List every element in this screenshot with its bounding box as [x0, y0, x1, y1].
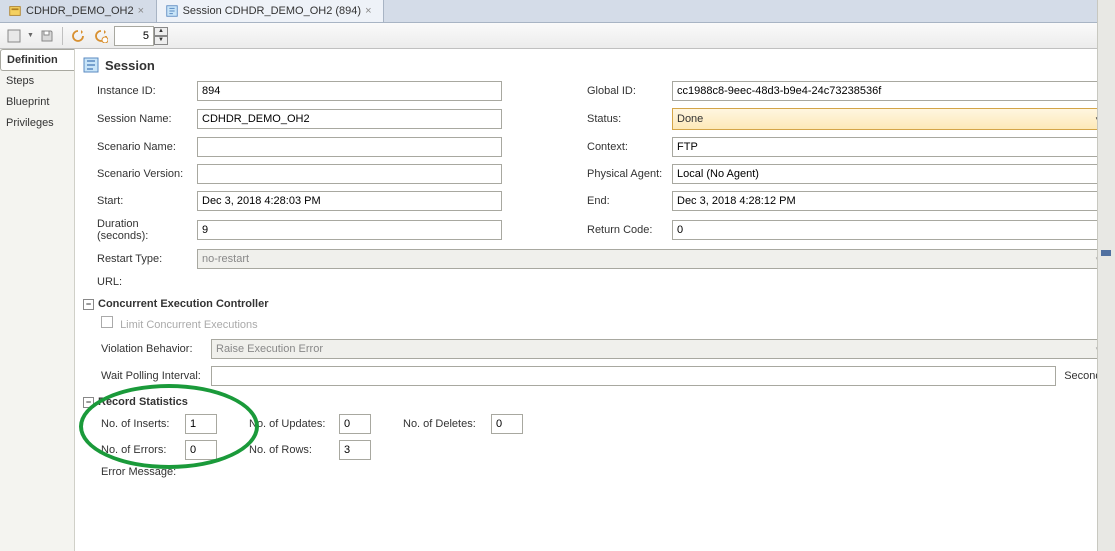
session-name-field[interactable]	[197, 109, 502, 129]
scenario-name-field[interactable]	[197, 137, 502, 157]
errors-field[interactable]	[185, 440, 217, 460]
updates-label: No. of Updates:	[249, 418, 333, 430]
tab-scenario[interactable]: CDHDR_DEMO_OH2 ×	[0, 0, 157, 22]
start-field[interactable]	[197, 191, 502, 211]
scenario-icon	[8, 4, 22, 18]
error-message-label: Error Message:	[101, 466, 201, 478]
instance-id-label: Instance ID:	[97, 85, 197, 97]
editor-tabs: CDHDR_DEMO_OH2 × Session CDHDR_DEMO_OH2 …	[0, 0, 1115, 23]
start-label: Start:	[97, 195, 197, 207]
context-field[interactable]	[672, 137, 1107, 157]
refresh-interval-spinner[interactable]: ▲ ▼	[114, 26, 168, 46]
tab-label: CDHDR_DEMO_OH2	[26, 5, 134, 17]
limit-concurrent-label: Limit Concurrent Executions	[120, 319, 258, 331]
updates-field[interactable]	[339, 414, 371, 434]
auto-refresh-button[interactable]	[91, 26, 111, 46]
context-label: Context:	[587, 141, 672, 153]
save-button[interactable]	[37, 26, 57, 46]
side-tab-privileges[interactable]: Privileges	[0, 113, 74, 134]
refresh-button[interactable]	[68, 26, 88, 46]
global-id-label: Global ID:	[587, 85, 672, 97]
return-code-field[interactable]	[672, 220, 1107, 240]
side-tabs: Definition Steps Blueprint Privileges	[0, 49, 75, 551]
return-code-label: Return Code:	[587, 224, 672, 236]
scenario-name-label: Scenario Name:	[97, 141, 197, 153]
collapse-button[interactable]: −	[83, 299, 94, 310]
scenario-version-label: Scenario Version:	[97, 168, 197, 180]
spinner-input[interactable]	[114, 26, 154, 46]
url-label: URL:	[97, 276, 197, 288]
side-tab-steps[interactable]: Steps	[0, 71, 74, 92]
page-title: Session	[105, 58, 155, 73]
limit-concurrent-checkbox	[101, 316, 113, 328]
deletes-label: No. of Deletes:	[403, 418, 485, 430]
errors-label: No. of Errors:	[101, 444, 179, 456]
instance-id-field[interactable]	[197, 81, 502, 101]
physical-agent-label: Physical Agent:	[587, 168, 672, 180]
session-icon	[165, 4, 179, 18]
duration-field[interactable]	[197, 220, 502, 240]
status-value: Done	[677, 113, 703, 125]
restart-type-field: no-restart ▼	[197, 249, 1107, 269]
close-icon[interactable]: ×	[365, 6, 375, 16]
status-dropdown[interactable]: Done ▼	[672, 108, 1107, 130]
side-tab-definition[interactable]: Definition	[0, 49, 74, 71]
tab-label: Session CDHDR_DEMO_OH2 (894)	[183, 5, 362, 17]
wait-polling-field[interactable]	[211, 366, 1056, 386]
rows-label: No. of Rows:	[249, 444, 333, 456]
inserts-field[interactable]	[185, 414, 217, 434]
session-icon	[83, 57, 99, 73]
gutter-mark	[1101, 250, 1111, 256]
status-label: Status:	[587, 113, 672, 125]
end-field[interactable]	[672, 191, 1107, 211]
rows-field[interactable]	[339, 440, 371, 460]
close-icon[interactable]: ×	[138, 6, 148, 16]
violation-behavior-field: Raise Execution Error ▼	[211, 339, 1107, 359]
spinner-down-icon[interactable]: ▼	[154, 36, 168, 45]
collapse-button[interactable]: −	[83, 397, 94, 408]
wait-polling-label: Wait Polling Interval:	[101, 370, 211, 382]
record-stats-title: Record Statistics	[98, 396, 188, 408]
page-header: Session	[83, 53, 1107, 81]
violation-behavior-label: Violation Behavior:	[101, 343, 211, 355]
tab-session[interactable]: Session CDHDR_DEMO_OH2 (894) ×	[157, 0, 385, 22]
scenario-version-field[interactable]	[197, 164, 502, 184]
global-id-field[interactable]	[672, 81, 1107, 101]
dropdown-arrow-icon[interactable]: ▼	[27, 32, 34, 39]
save-dropdown-button[interactable]	[4, 26, 24, 46]
content-panel: Session Instance ID: Global ID: Session …	[75, 49, 1115, 551]
inserts-label: No. of Inserts:	[101, 418, 179, 430]
physical-agent-field[interactable]	[672, 164, 1107, 184]
spinner-up-icon[interactable]: ▲	[154, 27, 168, 36]
restart-type-label: Restart Type:	[97, 253, 197, 265]
toolbar: ▼ ▲ ▼	[0, 23, 1115, 49]
end-label: End:	[587, 195, 672, 207]
deletes-field[interactable]	[491, 414, 523, 434]
side-tab-blueprint[interactable]: Blueprint	[0, 92, 74, 113]
duration-label: Duration (seconds):	[97, 218, 197, 242]
concurrent-section-title: Concurrent Execution Controller	[98, 298, 269, 310]
session-name-label: Session Name:	[97, 113, 197, 125]
scrollbar-gutter[interactable]	[1097, 0, 1115, 551]
